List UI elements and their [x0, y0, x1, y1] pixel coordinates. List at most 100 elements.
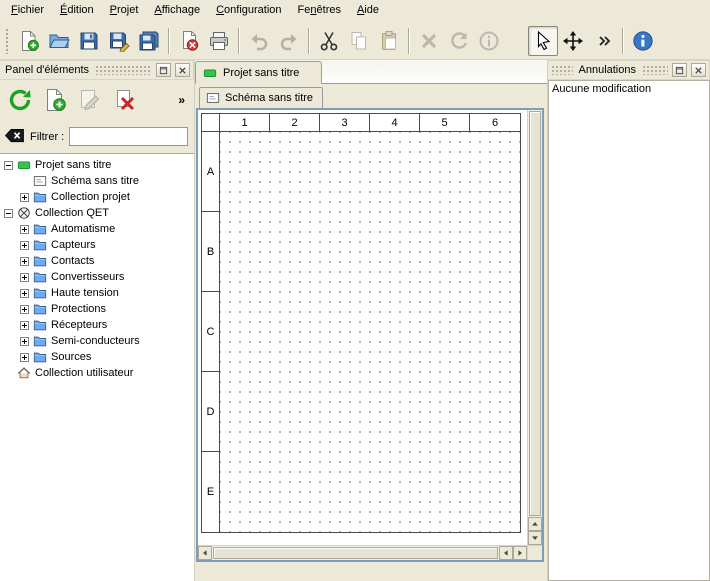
menu-item[interactable]: Affichage — [146, 0, 208, 22]
close-panel-button[interactable] — [691, 63, 706, 77]
tree-item[interactable]: Contacts — [0, 253, 194, 269]
project-icon — [203, 66, 217, 80]
tree-item[interactable]: Haute tension — [0, 285, 194, 301]
expand-icon[interactable] — [20, 337, 29, 346]
selection-properties-button[interactable] — [474, 26, 504, 56]
tree-item-label: Collection projet — [51, 191, 130, 203]
expand-icon[interactable] — [20, 241, 29, 250]
expand-icon[interactable] — [20, 257, 29, 266]
collapse-icon[interactable] — [4, 161, 13, 170]
toolbar-spacer — [504, 40, 528, 41]
undo-panel-titlebar[interactable]: Annulations — [548, 60, 710, 80]
tree-item[interactable]: Sources — [0, 349, 194, 365]
tree-item[interactable]: Semi-conducteurs — [0, 333, 194, 349]
toolbar-handle[interactable] — [5, 28, 10, 54]
print-button[interactable] — [204, 26, 234, 56]
schema-canvas[interactable]: 123456 ABCDE — [198, 110, 527, 545]
paste-button[interactable] — [374, 26, 404, 56]
tree-item[interactable]: Schéma sans titre — [0, 173, 194, 189]
undo-button[interactable] — [244, 26, 274, 56]
menu-item[interactable]: Configuration — [208, 0, 289, 22]
scroll-mode-button[interactable] — [558, 26, 588, 56]
scroll-up-button[interactable] — [528, 517, 542, 531]
toolbar-separator — [238, 28, 240, 54]
menu-item[interactable]: Aide — [349, 0, 387, 22]
horizontal-scrollbar-thumb[interactable] — [213, 547, 498, 559]
float-panel-button[interactable] — [672, 63, 687, 77]
grid-corner — [202, 114, 220, 131]
panel-toolbar-overflow[interactable]: » — [174, 93, 189, 107]
tree-item[interactable]: Collection utilisateur — [0, 365, 194, 381]
folder-icon — [33, 254, 47, 268]
rotate-selection-button[interactable] — [444, 26, 474, 56]
expand-icon[interactable] — [20, 273, 29, 282]
tree-item[interactable]: Capteurs — [0, 237, 194, 253]
toolbar-overflow-button[interactable] — [588, 26, 618, 56]
expand-icon[interactable] — [20, 305, 29, 314]
tree-item-label: Contacts — [51, 255, 94, 267]
tree-item[interactable]: Récepteurs — [0, 317, 194, 333]
clear-filter-icon — [4, 128, 25, 143]
right-arrow-icon — [516, 549, 524, 557]
tree-item[interactable]: Protections — [0, 301, 194, 317]
cut-button[interactable] — [314, 26, 344, 56]
expand-icon[interactable] — [20, 321, 29, 330]
grid-column-label: 4 — [370, 114, 420, 131]
redo-button[interactable] — [274, 26, 304, 56]
elements-panel-title: Panel d'éléments — [3, 64, 91, 76]
scroll-left-button[interactable] — [499, 546, 513, 560]
expand-icon[interactable] — [20, 225, 29, 234]
menu-item[interactable]: Édition — [52, 0, 102, 22]
refresh-icon — [8, 88, 32, 112]
filter-input[interactable] — [69, 127, 188, 146]
close-panel-button[interactable] — [175, 63, 190, 77]
folder-icon — [33, 238, 47, 252]
tree-item[interactable]: Collection projet — [0, 189, 194, 205]
delete-selection-button[interactable] — [414, 26, 444, 56]
schema-view: 123456 ABCDE — [196, 108, 544, 562]
vertical-scrollbar[interactable] — [527, 110, 542, 545]
menu-item[interactable]: Fichier — [3, 0, 52, 22]
collapse-icon[interactable] — [4, 209, 13, 218]
left-arrow-icon — [502, 549, 510, 557]
tab-schema[interactable]: Schéma sans titre — [199, 87, 323, 108]
expand-icon[interactable] — [20, 289, 29, 298]
expand-icon[interactable] — [20, 353, 29, 362]
save-all-button[interactable] — [134, 26, 164, 56]
grid-row-label: B — [202, 212, 219, 292]
horizontal-scrollbar[interactable] — [198, 545, 527, 560]
scroll-left-button[interactable] — [198, 546, 212, 560]
tree-item[interactable]: Collection QET — [0, 205, 194, 221]
tab-project[interactable]: Projet sans titre — [195, 61, 322, 84]
open-project-button[interactable] — [44, 26, 74, 56]
tree-item[interactable]: Projet sans titre — [0, 157, 194, 173]
project-page: Schéma sans titre 123456 ABCDE — [195, 84, 547, 581]
tree-item[interactable]: Automatisme — [0, 221, 194, 237]
vertical-scrollbar-thumb[interactable] — [529, 111, 541, 516]
copy-button[interactable] — [344, 26, 374, 56]
scroll-right-button[interactable] — [513, 546, 527, 560]
tree-item[interactable]: Convertisseurs — [0, 269, 194, 285]
folder-icon — [33, 190, 47, 204]
undo-history-item[interactable]: Aucune modification — [549, 81, 709, 97]
select-mode-button[interactable] — [528, 26, 558, 56]
edit-element-button[interactable] — [75, 85, 105, 115]
float-panel-button[interactable] — [156, 63, 171, 77]
tabbar-empty-area — [322, 60, 547, 83]
new-project-button[interactable] — [14, 26, 44, 56]
save-as-button[interactable] — [104, 26, 134, 56]
expand-icon[interactable] — [20, 193, 29, 202]
new-element-button[interactable] — [40, 85, 70, 115]
project-tabbar: Projet sans titre — [195, 60, 547, 84]
clear-filter-button[interactable] — [4, 128, 25, 146]
reload-collections-button[interactable] — [5, 85, 35, 115]
tree-item-label: Protections — [51, 303, 106, 315]
delete-element-button[interactable] — [110, 85, 140, 115]
save-button[interactable] — [74, 26, 104, 56]
close-project-button[interactable] — [174, 26, 204, 56]
menu-item[interactable]: Fenêtres — [290, 0, 349, 22]
about-qet-button[interactable] — [628, 26, 658, 56]
menu-item[interactable]: Projet — [102, 0, 147, 22]
scroll-down-button[interactable] — [528, 531, 542, 545]
elements-panel-titlebar[interactable]: Panel d'éléments — [0, 60, 194, 80]
